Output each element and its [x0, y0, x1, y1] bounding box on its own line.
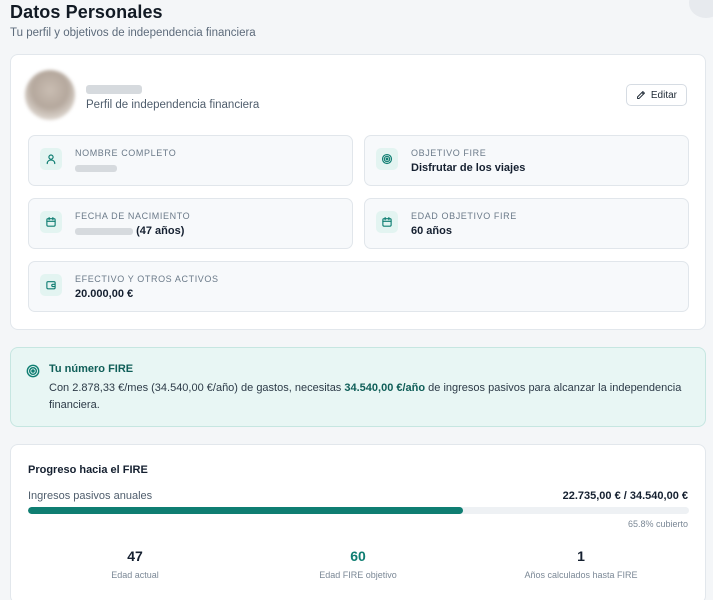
field-target-age: Edad objetivo FIRE 60 años — [364, 198, 689, 249]
stat-target-age: 60 Edad FIRE objetivo — [248, 548, 468, 580]
field-value: (47 años) — [75, 225, 184, 237]
field-value: 60 años — [411, 225, 452, 237]
target-icon — [376, 148, 398, 170]
field-label: Fecha de nacimiento — [75, 211, 191, 221]
progress-label: Ingresos pasivos anuales — [28, 490, 153, 502]
target-icon — [26, 364, 40, 378]
page-header: Datos Personales Tu perfil y objetivos d… — [10, 2, 256, 39]
stat-label: Años calculados hasta FIRE — [524, 570, 638, 580]
field-label: Edad objetivo FIRE — [411, 211, 517, 221]
avatar — [25, 70, 75, 120]
fire-number-title: Tu número FIRE — [49, 363, 134, 375]
stat-value: 1 — [577, 548, 585, 564]
wallet-icon — [40, 274, 62, 296]
profile-name-redacted — [86, 85, 142, 94]
field-label: Efectivo y otros activos — [75, 274, 219, 284]
birth-date-redacted — [75, 227, 133, 235]
field-fire-goal: Objetivo FIRE Disfrutar de los viajes — [364, 135, 689, 186]
field-full-name: Nombre completo — [28, 135, 353, 186]
field-value: Disfrutar de los viajes — [411, 162, 526, 174]
calendar-icon — [376, 211, 398, 233]
stat-value: 47 — [127, 548, 143, 564]
progress-bar — [28, 507, 689, 514]
stat-label: Edad actual — [111, 570, 159, 580]
age-value: (47 años) — [136, 225, 185, 237]
user-icon — [40, 148, 62, 170]
fire-number-text: Con 2.878,33 €/mes (34.540,00 €/año) de … — [49, 382, 682, 411]
profile-subtitle: Perfil de independencia financiera — [86, 99, 260, 111]
field-label: Objetivo FIRE — [411, 148, 487, 158]
stat-years-to-fire: 1 Años calculados hasta FIRE — [471, 548, 691, 580]
corner-avatar-blur — [689, 0, 713, 18]
page-subtitle: Tu perfil y objetivos de independencia f… — [10, 27, 256, 39]
page-title: Datos Personales — [10, 2, 163, 22]
stat-label: Edad FIRE objetivo — [319, 570, 397, 580]
field-cash-assets: Efectivo y otros activos 20.000,00 € — [28, 261, 689, 312]
stat-current-age: 47 Edad actual — [25, 548, 245, 580]
field-birth-date: Fecha de nacimiento (47 años) — [28, 198, 353, 249]
progress-bar-fill — [28, 507, 463, 514]
progress-title: Progreso hacia el FIRE — [28, 464, 148, 476]
progress-amounts: 22.735,00 € / 34.540,00 € — [562, 490, 688, 502]
field-label: Nombre completo — [75, 148, 177, 158]
field-value-redacted — [75, 162, 117, 174]
edit-button-label: Editar — [650, 89, 677, 101]
progress-percent: 65.8% cubierto — [627, 519, 688, 529]
stat-value: 60 — [350, 548, 366, 564]
fire-number-highlight: 34.540,00 €/año — [344, 382, 426, 394]
calendar-icon — [40, 211, 62, 233]
pencil-icon — [636, 91, 645, 99]
edit-button[interactable]: Editar — [625, 84, 687, 106]
fire-number-card: Tu número FIRE Con 2.878,33 €/mes (34.54… — [10, 347, 706, 427]
progress-card: Progreso hacia el FIRE Ingresos pasivos … — [10, 444, 706, 600]
field-value: 20.000,00 € — [75, 288, 134, 300]
profile-card: Perfil de independencia financiera Edita… — [10, 54, 706, 330]
